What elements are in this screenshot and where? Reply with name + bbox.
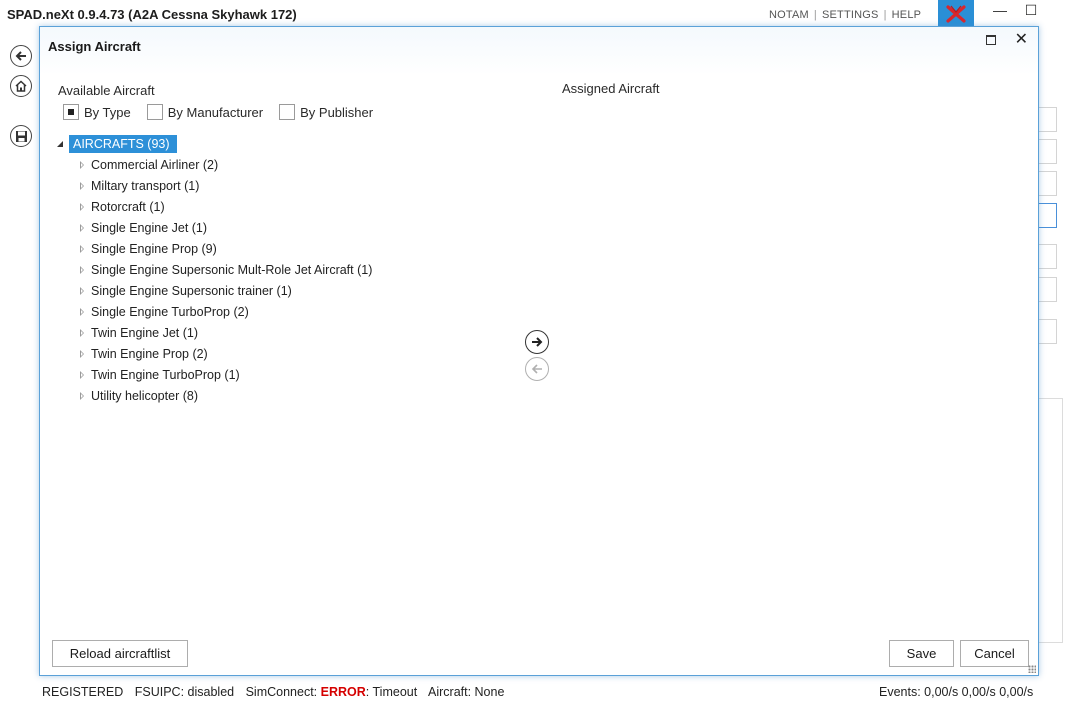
tree-children: Commercial Airliner (2) Miltary transpor… [76, 154, 372, 406]
by-publisher-checkbox[interactable]: By Publisher [279, 104, 373, 120]
assign-arrow-right-icon[interactable] [525, 330, 549, 354]
tree-item-label: Utility helicopter (8) [91, 388, 198, 403]
tree-item-label: Single Engine Jet (1) [91, 220, 208, 235]
background-field [1038, 244, 1057, 269]
tree-item[interactable]: Single Engine Jet (1) [76, 217, 372, 238]
save-icon[interactable] [10, 125, 32, 147]
tree-item[interactable]: Single Engine Supersonic trainer (1) [76, 280, 372, 301]
expand-icon[interactable] [76, 389, 90, 403]
expand-icon[interactable] [76, 347, 90, 361]
expand-icon[interactable] [76, 221, 90, 235]
notam-link[interactable]: NOTAM [769, 9, 809, 21]
checkbox-box[interactable] [146, 104, 163, 120]
tree-item-label: Twin Engine Jet (1) [91, 325, 198, 340]
expand-icon[interactable] [76, 158, 90, 172]
tree-item[interactable]: Rotorcraft (1) [76, 196, 372, 217]
separator: | [883, 9, 887, 21]
grouping-options: By Type By Manufacturer By Publisher [63, 104, 389, 120]
dialog-title: Assign Aircraft [48, 39, 141, 54]
expand-icon[interactable] [76, 200, 90, 214]
background-field [1038, 203, 1057, 228]
aircraft-status: Aircraft: None [428, 685, 505, 699]
resize-grip-icon[interactable] [1028, 665, 1036, 673]
background-field [1038, 107, 1057, 132]
tree-item-label: Single Engine TurboProp (2) [91, 304, 249, 319]
expand-icon[interactable] [76, 179, 90, 193]
unassign-arrow-left-icon[interactable] [525, 357, 549, 381]
app-title: SPAD.neXt 0.9.4.73 (A2A Cessna Skyhawk 1… [7, 7, 297, 22]
simconnect-label: SimConnect: [245, 685, 321, 699]
maximize-button[interactable]: ☐ [1016, 2, 1046, 22]
events-status: Events: 0,00/s 0,00/s 0,00/s [879, 685, 1034, 699]
back-icon[interactable] [10, 45, 32, 67]
tree-item-label: Single Engine Supersonic Mult-Role Jet A… [91, 262, 373, 277]
cancel-button[interactable]: Cancel [960, 640, 1029, 667]
tree-item[interactable]: Single Engine Prop (9) [76, 238, 372, 259]
home-icon[interactable] [10, 75, 32, 97]
tree-item[interactable]: Utility helicopter (8) [76, 385, 372, 406]
tree-root-label[interactable]: AIRCRAFTS (93) [69, 135, 177, 153]
tree-item-label: Single Engine Prop (9) [91, 241, 217, 256]
checkbox-box[interactable] [63, 104, 79, 120]
assigned-aircraft-label: Assigned Aircraft [562, 81, 660, 96]
tree-item-label: Twin Engine Prop (2) [91, 346, 208, 361]
tree-item[interactable]: Single Engine Supersonic Mult-Role Jet A… [76, 259, 372, 280]
registered-status: REGISTERED [42, 685, 124, 699]
checkbox-box[interactable] [279, 104, 296, 120]
expand-icon[interactable] [76, 284, 90, 298]
by-type-checkbox[interactable]: By Type [63, 104, 131, 120]
by-manufacturer-checkbox[interactable]: By Manufacturer [146, 104, 264, 120]
simconnect-error: ERROR [320, 685, 366, 699]
by-type-label: By Type [84, 104, 131, 120]
tree-item[interactable]: Twin Engine Jet (1) [76, 322, 372, 343]
expand-icon[interactable] [76, 368, 90, 382]
fsuipc-status: FSUIPC: disabled [134, 685, 235, 699]
reload-aircraftlist-button[interactable]: Reload aircraftlist [52, 640, 188, 667]
tree-item-label: Twin Engine TurboProp (1) [91, 367, 240, 382]
available-aircraft-label: Available Aircraft [58, 83, 155, 98]
expand-icon[interactable] [76, 326, 90, 340]
tree-item-label: Miltary transport (1) [91, 178, 200, 193]
save-button[interactable]: Save [889, 640, 954, 667]
minimize-button[interactable]: — [985, 2, 1015, 22]
by-publisher-label: By Publisher [300, 104, 374, 120]
settings-link[interactable]: SETTINGS [822, 9, 879, 21]
tree-root[interactable]: AIRCRAFTS (93) [54, 134, 372, 154]
tree-item[interactable]: Twin Engine Prop (2) [76, 343, 372, 364]
separator: | [813, 9, 817, 21]
aircraft-tree: AIRCRAFTS (93) Commercial Airliner (2) M… [54, 134, 372, 406]
expand-icon[interactable] [76, 263, 90, 277]
tree-item[interactable]: Single Engine TurboProp (2) [76, 301, 372, 322]
dialog-close-button[interactable]: ✕ [1015, 29, 1028, 49]
help-link[interactable]: HELP [892, 9, 922, 21]
background-field [1038, 277, 1057, 302]
expand-icon[interactable] [76, 305, 90, 319]
dialog-header: Assign Aircraft ✕ [40, 27, 1038, 75]
assign-aircraft-dialog: Assign Aircraft ✕ Available Aircraft Ass… [39, 26, 1039, 676]
tree-item[interactable]: Twin Engine TurboProp (1) [76, 364, 372, 385]
tree-item[interactable]: Miltary transport (1) [76, 175, 372, 196]
background-field [1038, 319, 1057, 344]
collapse-icon[interactable] [54, 137, 68, 151]
dialog-maximize-button[interactable] [984, 33, 998, 47]
background-field [1038, 139, 1057, 164]
expand-icon[interactable] [76, 242, 90, 256]
background-panel [1038, 398, 1063, 643]
status-bar: REGISTERED FSUIPC: disabled SimConnect: … [42, 685, 512, 699]
app-logo-icon [938, 0, 974, 28]
background-field [1038, 171, 1057, 196]
tree-item-label: Single Engine Supersonic trainer (1) [91, 283, 292, 298]
simconnect-suffix: : Timeout [365, 685, 418, 699]
top-links: NOTAM | SETTINGS | HELP [769, 9, 921, 21]
tree-item-label: Commercial Airliner (2) [91, 157, 219, 172]
tree-item[interactable]: Commercial Airliner (2) [76, 154, 372, 175]
tree-item-label: Rotorcraft (1) [91, 199, 165, 214]
by-manufacturer-label: By Manufacturer [167, 104, 264, 120]
